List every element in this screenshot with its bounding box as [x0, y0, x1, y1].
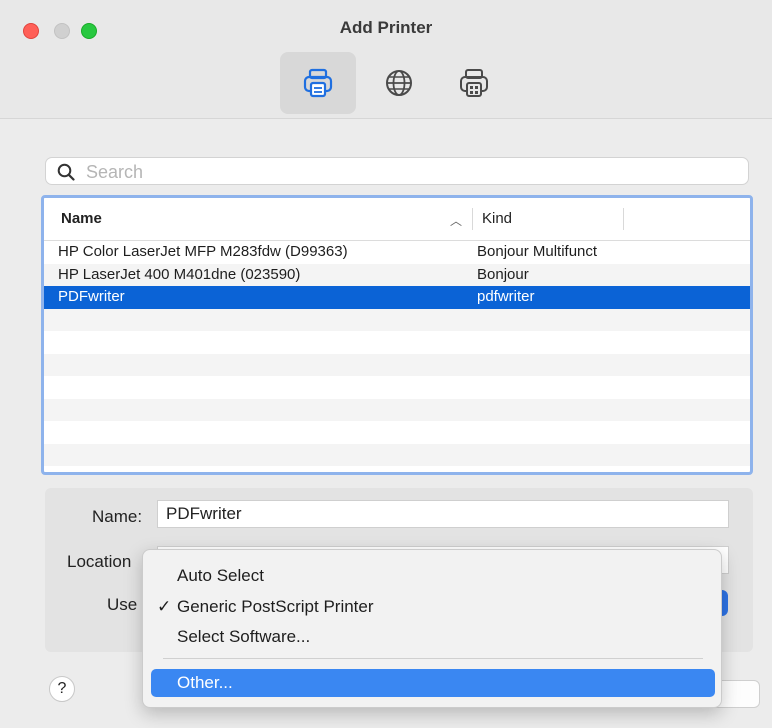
printer-name-cell: HP LaserJet 400 M401dne (023590): [58, 265, 301, 283]
menu-item-other[interactable]: Other...: [151, 669, 715, 697]
sort-ascending-icon[interactable]: ︿: [450, 212, 462, 229]
table-row-empty: [44, 308, 750, 331]
table-row-empty: [44, 443, 750, 466]
use-label: Use: [107, 595, 138, 614]
help-button[interactable]: ?: [49, 676, 75, 702]
titlebar-divider: [0, 118, 772, 119]
title-bar: Add Printer: [0, 0, 772, 118]
table-row-selected[interactable]: PDFwriter pdfwriter: [44, 286, 750, 309]
globe-icon: [386, 70, 412, 96]
network-printer-icon: [460, 69, 488, 97]
table-row[interactable]: HP Color LaserJet MFP M283fdw (D99363) B…: [44, 241, 750, 264]
table-row-empty: [44, 376, 750, 399]
table-row[interactable]: HP LaserJet 400 M401dne (023590) Bonjour: [44, 263, 750, 286]
printer-icon: [303, 68, 333, 98]
menu-item-label: Select Software...: [177, 627, 311, 646]
table-row-empty: [44, 421, 750, 444]
name-field[interactable]: [157, 500, 729, 528]
toolbar-windows-printers-button[interactable]: [436, 52, 512, 114]
printer-kind-cell: pdfwriter: [477, 288, 535, 305]
printer-kind-cell: Bonjour Multifunct: [477, 243, 598, 260]
printer-name-cell: PDFwriter: [58, 288, 125, 305]
column-header-name[interactable]: Name: [61, 210, 102, 227]
table-header: Name ︿ Kind: [44, 198, 750, 241]
driver-dropdown-menu: Auto Select ✓ Generic PostScript Printer…: [142, 549, 722, 708]
menu-item-generic-postscript[interactable]: ✓ Generic PostScript Printer: [151, 593, 715, 621]
add-printer-window: Add Printer Search Name ︿ Kind HP Color …: [0, 0, 772, 728]
printer-name-cell: HP Color LaserJet MFP M283fdw (D99363): [58, 243, 348, 260]
column-header-kind[interactable]: Kind: [482, 210, 512, 227]
search-field[interactable]: [45, 157, 749, 185]
location-label: Location: [67, 552, 132, 571]
name-input[interactable]: [158, 501, 728, 527]
menu-separator: [163, 658, 703, 659]
column-divider[interactable]: [472, 208, 473, 230]
menu-item-label: Auto Select: [177, 566, 264, 585]
name-label: Name:: [92, 507, 143, 526]
window-title: Add Printer: [339, 18, 433, 37]
table-row-empty: [44, 353, 750, 376]
table-row-empty: [44, 331, 750, 354]
menu-item-label: Generic PostScript Printer: [177, 597, 374, 616]
checkmark-icon: ✓: [157, 597, 172, 616]
search-input[interactable]: [84, 160, 738, 184]
table-row-empty: [44, 398, 750, 421]
table-rows: HP Color LaserJet MFP M283fdw (D99363) B…: [44, 241, 750, 466]
column-divider[interactable]: [623, 208, 624, 230]
search-icon: [57, 163, 75, 181]
menu-item-auto-select[interactable]: Auto Select: [151, 562, 715, 590]
printer-list-table[interactable]: Name ︿ Kind HP Color LaserJet MFP M283fd…: [41, 195, 753, 475]
menu-item-label: Other...: [177, 673, 233, 692]
printer-kind-cell: Bonjour: [477, 265, 529, 283]
toolbar-default-printers-button[interactable]: [280, 52, 356, 114]
menu-item-select-software[interactable]: Select Software...: [151, 623, 715, 651]
toolbar-ip-printers-button[interactable]: [361, 52, 437, 114]
